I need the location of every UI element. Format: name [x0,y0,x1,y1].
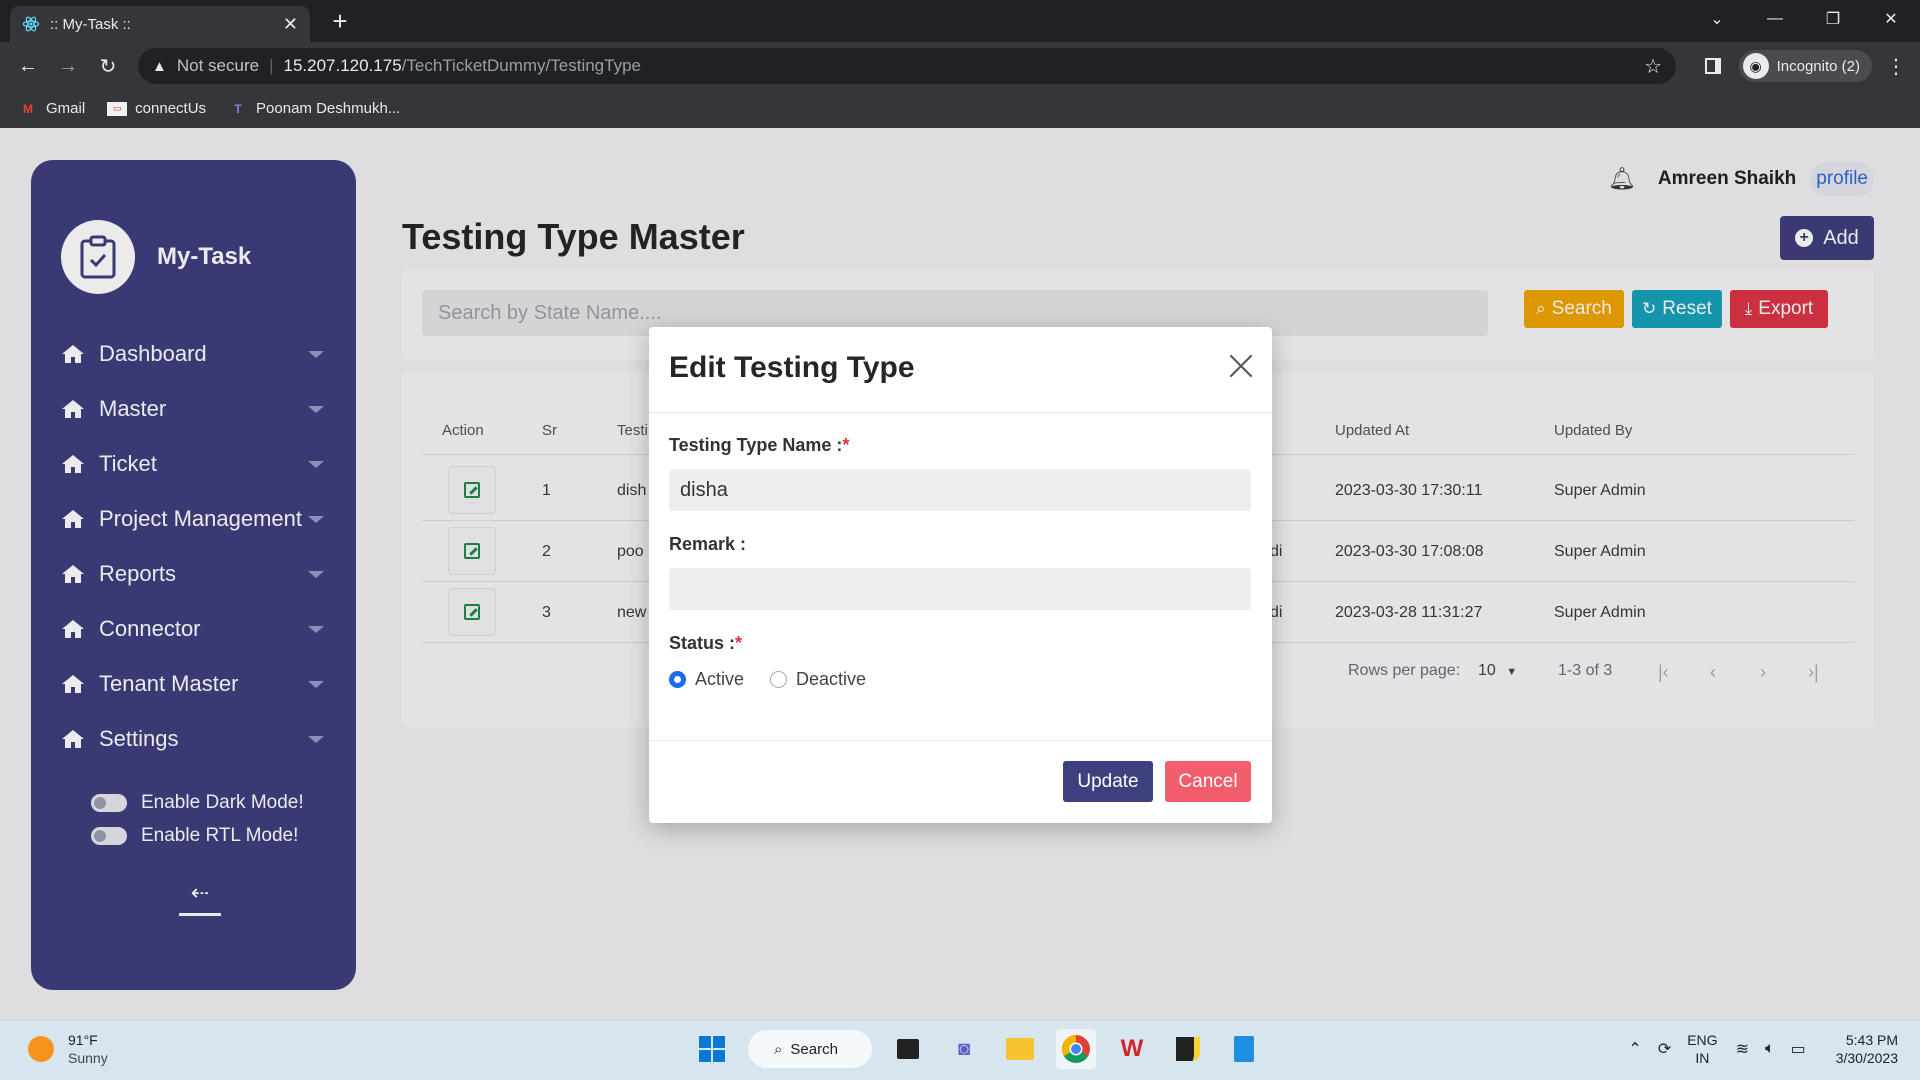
language-indicator[interactable]: ENG IN [1687,1031,1717,1067]
taskbar-search-label: Search [790,1040,838,1058]
required-mark: * [735,633,743,653]
remark-label: Remark : [669,534,746,555]
reload-icon[interactable]: ↻ [92,50,124,82]
forward-icon[interactable]: → [52,50,84,82]
testing-type-name-input[interactable] [669,469,1251,511]
edit-testing-type-modal: Edit Testing Type Testing Type Name :* R… [649,327,1272,823]
clock[interactable]: 5:43 PM 3/30/2023 [1836,1031,1898,1067]
field-label-text: Status : [669,633,736,653]
taskbar: 91°F Sunny ⌕ Search ◙ W ⌃ ⟳ ENG IN ≋ 🔈︎ … [0,1020,1920,1080]
bookmark-gmail[interactable]: M Gmail [18,100,85,117]
weather-condition: Sunny [68,1050,108,1066]
warning-icon: ▲ [152,57,167,75]
bookmark-poonam[interactable]: T Poonam Deshmukh... [228,100,400,117]
update-button[interactable]: Update [1063,761,1153,802]
modal-footer-divider [649,740,1272,741]
lang-bottom: IN [1695,1050,1710,1066]
window-controls: ⌄ — ❐ ✕ [1688,0,1920,42]
remark-input[interactable] [669,568,1251,610]
testing-type-name-label: Testing Type Name :* [669,435,849,456]
wps-office-icon[interactable]: W [1112,1029,1152,1069]
new-tab-icon[interactable]: + [324,6,356,38]
not-secure-label: Not secure [176,56,260,75]
bookmark-connectus[interactable]: ▭ connectUs [107,100,206,117]
react-icon [22,16,40,32]
search-icon: ⌕ [774,1040,783,1058]
field-label-text: Testing Type Name : [669,435,843,455]
close-window-icon[interactable]: ✕ [1862,0,1920,38]
cancel-button[interactable]: Cancel [1165,761,1251,802]
incognito-badge[interactable]: ◉ Incognito (2) [1738,50,1872,82]
update-button-label: Update [1077,770,1139,792]
time: 5:43 PM [1845,1032,1898,1048]
task-view-icon[interactable] [888,1029,928,1069]
status-label: Status :* [669,633,742,654]
bookmarks-bar: M Gmail ▭ connectUs T Poonam Deshmukh... [0,89,1920,128]
url-separator: | [269,56,274,75]
wifi-icon[interactable]: ≋ [1736,1039,1749,1059]
bookmark-label: connectUs [135,100,207,117]
gmail-icon: M [23,101,33,116]
bookmark-star-icon[interactable]: ☆ [1644,54,1662,79]
chevron-up-icon[interactable]: ⌃ [1628,1039,1641,1059]
chrome-icon[interactable] [1056,1029,1096,1069]
weather-text: 91°F Sunny [68,1031,108,1067]
url-host: 15.207.120.175 [283,56,402,75]
windows-start-icon[interactable] [692,1029,732,1069]
taskbar-apps: ⌕ Search ◙ W [684,1029,1272,1069]
restore-icon[interactable]: ❐ [1804,0,1862,38]
active-radio[interactable] [669,671,686,688]
minimize-icon[interactable]: — [1746,0,1804,38]
close-icon[interactable] [1228,353,1254,379]
lang-top: ENG [1687,1032,1718,1048]
side-panel-icon[interactable] [1704,58,1721,74]
url-path: /TechTicketDummy/TestingType [401,56,641,75]
status-radio-group: Active Deactive [669,669,892,690]
browser-actions: ◉ Incognito (2) ⋮ [1704,48,1906,84]
weather-widget[interactable]: 91°F Sunny [28,1031,108,1067]
close-tab-icon[interactable]: ✕ [283,14,298,35]
sticky-notes-icon[interactable] [1168,1029,1208,1069]
bookmark-label: Poonam Deshmukh... [256,100,401,117]
incognito-icon: ◉ [1742,53,1769,79]
back-icon[interactable]: ← [12,50,44,82]
radio-label: Deactive [796,669,867,689]
temperature: 91°F [68,1032,98,1048]
battery-icon[interactable]: ▭ [1791,1039,1806,1059]
teams-icon: T [234,101,242,116]
date: 3/30/2023 [1835,1050,1898,1066]
status-active-option[interactable]: Active [669,669,744,690]
browser-tab[interactable]: :: My-Task :: ✕ [10,6,310,42]
url-bar[interactable]: ▲ Not secure | 15.207.120.175/TechTicket… [138,48,1676,84]
address-bar-row: ← → ↻ ▲ Not secure | 15.207.120.175/Tech… [0,42,1920,89]
browser-menu-icon[interactable]: ⋮ [1886,54,1906,79]
modal-title: Edit Testing Type [669,351,915,384]
meet-icon[interactable]: ◙ [944,1029,984,1069]
tab-title: :: My-Task :: [50,15,131,33]
deactive-radio[interactable] [770,671,788,688]
sun-icon [28,1036,54,1062]
notepad-icon[interactable] [1224,1029,1264,1069]
tab-search-icon[interactable]: ⌄ [1688,0,1746,38]
sync-icon[interactable]: ⟳ [1658,1039,1671,1059]
required-mark: * [842,435,850,455]
modal-header: Edit Testing Type [649,327,1272,413]
status-deactive-option[interactable]: Deactive [770,669,866,690]
system-tray: ⌃ ⟳ ENG IN ≋ 🔈︎ ▭ 5:43 PM 3/30/2023 [1628,1031,1898,1067]
taskbar-search[interactable]: ⌕ Search [748,1030,872,1068]
incognito-label: Incognito (2) [1776,57,1860,75]
cancel-button-label: Cancel [1178,770,1238,792]
volume-icon[interactable]: 🔈︎ [1765,1040,1775,1058]
radio-label: Active [695,669,745,689]
browser-tab-bar: :: My-Task :: ✕ + ⌄ — ❐ ✕ [0,0,1920,42]
file-explorer-icon[interactable] [1000,1029,1040,1069]
folder-icon: ▭ [107,101,128,116]
bookmark-label: Gmail [46,100,86,117]
field-label-text: Remark : [669,534,747,554]
